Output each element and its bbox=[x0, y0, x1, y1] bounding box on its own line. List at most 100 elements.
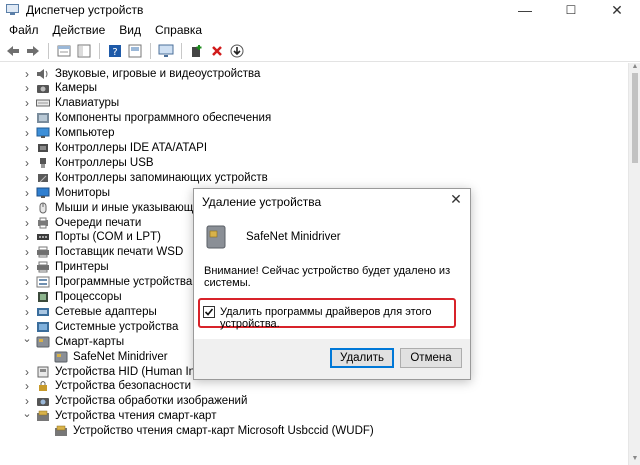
tree-item-label: SafeNet Minidriver bbox=[73, 350, 168, 363]
help-icon[interactable]: ? bbox=[106, 42, 124, 60]
tree-item-label: Мыши и иные указывающие у bbox=[55, 201, 216, 214]
storage-controller-icon bbox=[36, 172, 50, 184]
tree-item[interactable]: › Системные устройства bbox=[22, 319, 178, 334]
delete-driver-checkbox[interactable] bbox=[203, 306, 215, 318]
chevron-right-icon[interactable]: › bbox=[22, 290, 32, 304]
uninstall-device-dialog: Удаление устройства ✕ SafeNet Minidriver… bbox=[193, 188, 471, 380]
tree-item[interactable]: › Сетевые адаптеры bbox=[22, 304, 157, 319]
chevron-right-icon[interactable]: › bbox=[22, 171, 32, 185]
printer-icon bbox=[36, 246, 50, 258]
tree-item[interactable]: › Компоненты программного обеспечения bbox=[22, 111, 271, 126]
cancel-button[interactable]: Отмена bbox=[400, 348, 462, 368]
tree-item[interactable]: › Программные устройства bbox=[22, 275, 192, 290]
chevron-down-icon[interactable]: ⌄ bbox=[22, 332, 32, 345]
chevron-right-icon[interactable]: › bbox=[22, 260, 32, 274]
tree-item-label: Устройства чтения смарт-карт bbox=[55, 410, 217, 423]
camera-icon bbox=[36, 82, 50, 94]
tree-item[interactable]: ⌄ Устройства чтения смарт-карт bbox=[22, 407, 217, 424]
chevron-right-icon[interactable]: › bbox=[22, 96, 32, 110]
chevron-right-icon[interactable]: › bbox=[22, 365, 32, 379]
dialog-close-button[interactable]: ✕ bbox=[448, 191, 464, 208]
tree-item-label: Устройства безопасности bbox=[55, 380, 192, 393]
dialog-title: Удаление устройства bbox=[202, 195, 322, 209]
chevron-right-icon[interactable]: › bbox=[22, 141, 32, 155]
software-component-icon bbox=[36, 112, 50, 124]
uninstall-button[interactable]: Удалить bbox=[330, 348, 394, 368]
chevron-right-icon[interactable]: › bbox=[22, 201, 32, 215]
computer-icon bbox=[36, 127, 50, 139]
tree-item-label: Камеры bbox=[55, 82, 98, 95]
tree-item[interactable]: › Порты (COM и LPT) bbox=[22, 230, 161, 245]
chevron-right-icon[interactable]: › bbox=[22, 305, 32, 319]
chevron-right-icon[interactable]: › bbox=[22, 126, 32, 140]
tree-item[interactable]: ⌄ Смарт-карты bbox=[22, 332, 124, 349]
properties-icon[interactable] bbox=[55, 42, 73, 60]
forward-arrow-icon[interactable] bbox=[24, 42, 42, 60]
chevron-down-icon[interactable]: ⌄ bbox=[22, 407, 32, 420]
tree-item[interactable]: › Контроллеры USB bbox=[22, 155, 154, 170]
tree-item-label: Принтеры bbox=[55, 261, 109, 274]
add-driver-icon[interactable] bbox=[188, 42, 206, 60]
chevron-right-icon[interactable]: › bbox=[22, 186, 32, 200]
tree-item[interactable]: › Контроллеры запоминающих устройств bbox=[22, 170, 268, 185]
keyboard-icon bbox=[36, 97, 50, 109]
download-icon[interactable] bbox=[228, 42, 246, 60]
menu-help[interactable]: Справка bbox=[148, 23, 209, 37]
scroll-thumb[interactable] bbox=[632, 73, 638, 163]
scroll-down-arrow-icon[interactable]: ▼ bbox=[629, 455, 640, 465]
title-bar: Диспетчер устройств — ☐ ✕ bbox=[0, 0, 640, 20]
chevron-right-icon[interactable]: › bbox=[22, 156, 32, 170]
toolbar-separator bbox=[181, 42, 182, 59]
tree-item[interactable]: › Очереди печати bbox=[22, 215, 141, 230]
device-manager-app-icon bbox=[6, 4, 19, 15]
tree-item[interactable]: › Мониторы bbox=[22, 185, 110, 200]
show-hidden-icon[interactable] bbox=[126, 42, 144, 60]
chevron-right-icon[interactable]: › bbox=[22, 216, 32, 230]
tree-item[interactable]: › Клавиатуры bbox=[22, 96, 119, 111]
chevron-right-icon[interactable]: › bbox=[22, 67, 32, 81]
smart-card-device-icon bbox=[206, 225, 226, 249]
tree-item[interactable]: › Компьютер bbox=[22, 126, 115, 141]
tree-item[interactable]: Устройство чтения смарт-карт Microsoft U… bbox=[40, 424, 374, 439]
scroll-up-arrow-icon[interactable]: ▲ bbox=[629, 63, 640, 73]
hid-icon bbox=[36, 366, 50, 378]
back-arrow-icon[interactable] bbox=[4, 42, 22, 60]
maximize-button[interactable]: ☐ bbox=[548, 0, 594, 20]
tree-item[interactable]: SafeNet Minidriver bbox=[40, 349, 168, 364]
software-device-icon bbox=[36, 276, 50, 288]
tree-item[interactable]: › Контроллеры IDE ATA/ATAPI bbox=[22, 141, 207, 156]
console-tree-icon[interactable] bbox=[75, 42, 93, 60]
tree-item[interactable]: › Устройства HID (Human Interfa bbox=[22, 364, 218, 379]
delete-driver-checkbox-label[interactable]: Удалить программы драйверов для этого ус… bbox=[220, 306, 470, 330]
tree-item[interactable]: › Процессоры bbox=[22, 290, 122, 305]
smart-card-icon bbox=[54, 351, 68, 363]
tree-item[interactable]: › Мыши и иные указывающие у bbox=[22, 200, 215, 215]
tree-item[interactable]: › Поставщик печати WSD bbox=[22, 245, 183, 260]
smart-card-icon bbox=[36, 336, 50, 348]
close-window-button[interactable]: ✕ bbox=[594, 0, 640, 20]
menu-action[interactable]: Действие bbox=[46, 23, 113, 37]
toolbar-separator bbox=[150, 42, 151, 59]
menu-file[interactable]: Файл bbox=[2, 23, 46, 37]
minimize-button[interactable]: — bbox=[502, 0, 548, 20]
chevron-right-icon[interactable]: › bbox=[22, 275, 32, 289]
tree-item[interactable]: › Устройства обработки изображений bbox=[22, 394, 247, 409]
tree-item[interactable]: › Принтеры bbox=[22, 260, 109, 275]
chevron-right-icon[interactable]: › bbox=[22, 230, 32, 244]
imaging-device-icon bbox=[36, 395, 50, 407]
chevron-right-icon[interactable]: › bbox=[22, 81, 32, 95]
tree-item[interactable]: › Устройства безопасности bbox=[22, 379, 191, 394]
tree-item[interactable]: › Звуковые, игровые и видеоустройства bbox=[22, 66, 260, 81]
vertical-scrollbar[interactable]: ▲ ▼ bbox=[628, 63, 640, 465]
dialog-warning-text: Внимание! Сейчас устройство будет удален… bbox=[204, 265, 451, 289]
chevron-right-icon[interactable]: › bbox=[22, 379, 32, 393]
menu-view[interactable]: Вид bbox=[112, 23, 148, 37]
chevron-right-icon[interactable]: › bbox=[22, 245, 32, 259]
tree-item[interactable]: › Камеры bbox=[22, 81, 97, 96]
tree-item-label: Контроллеры IDE ATA/ATAPI bbox=[55, 142, 208, 154]
tree-item-label: Порты (COM и LPT) bbox=[55, 231, 161, 244]
system-device-icon bbox=[36, 321, 50, 333]
monitor-scan-icon[interactable] bbox=[157, 42, 175, 60]
delete-icon[interactable] bbox=[208, 42, 226, 60]
chevron-right-icon[interactable]: › bbox=[22, 111, 32, 125]
